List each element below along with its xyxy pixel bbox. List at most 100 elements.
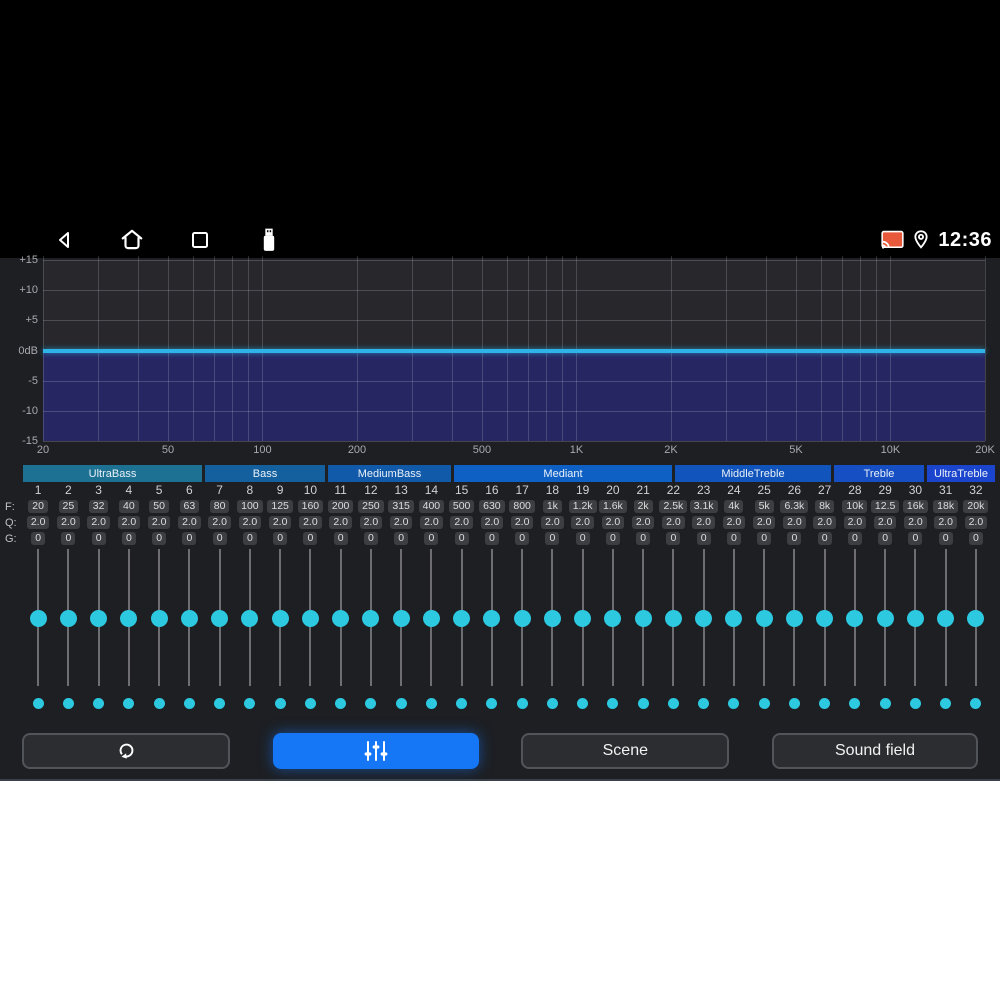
q-factor-value-chip[interactable]: 2.0 (450, 516, 473, 529)
frequency-value-chip[interactable]: 1.2k (568, 500, 597, 513)
gain-value-chip[interactable]: 0 (31, 532, 46, 545)
frequency-value-chip[interactable]: 25 (58, 500, 79, 513)
channel-indicator-dot[interactable] (577, 698, 589, 709)
q-factor-value-chip[interactable]: 2.0 (178, 516, 201, 529)
channel-indicator-dot[interactable] (909, 698, 921, 709)
gain-slider-thumb[interactable] (301, 610, 319, 627)
gain-slider-thumb[interactable] (725, 610, 743, 627)
q-factor-value-chip[interactable]: 2.0 (662, 516, 685, 529)
gain-slider-track[interactable] (483, 549, 501, 686)
gain-value-chip[interactable]: 0 (454, 532, 469, 545)
q-factor-value-chip[interactable]: 2.0 (813, 516, 836, 529)
gain-slider-thumb[interactable] (816, 610, 834, 627)
q-factor-value-chip[interactable]: 2.0 (389, 516, 413, 529)
channel-indicator-dot[interactable] (456, 698, 468, 709)
q-factor-value-chip[interactable]: 2.0 (420, 516, 443, 529)
gain-slider-track[interactable] (543, 549, 561, 686)
channel-indicator-dot[interactable] (607, 698, 619, 709)
gain-value-chip[interactable]: 0 (363, 532, 378, 545)
gain-slider-track[interactable] (120, 549, 138, 686)
gain-value-chip[interactable]: 0 (968, 532, 983, 545)
gain-slider-thumb[interactable] (392, 610, 410, 627)
gain-slider-track[interactable] (90, 549, 108, 686)
q-factor-value-chip[interactable]: 2.0 (631, 516, 655, 529)
channel-indicator-dot[interactable] (365, 698, 377, 709)
frequency-value-chip[interactable]: 630 (479, 500, 505, 513)
gain-slider-track[interactable] (422, 549, 440, 686)
q-factor-value-chip[interactable]: 2.0 (57, 516, 80, 529)
channel-indicator-dot[interactable] (546, 698, 558, 709)
gain-value-chip[interactable]: 0 (424, 532, 439, 545)
gain-slider-track[interactable] (876, 549, 894, 686)
gain-slider-thumb[interactable] (846, 610, 864, 627)
frequency-value-chip[interactable]: 2k (633, 500, 653, 513)
frequency-value-chip[interactable]: 4k (724, 500, 744, 513)
gain-slider-thumb[interactable] (755, 610, 773, 627)
channel-indicator-dot[interactable] (758, 698, 770, 709)
frequency-value-chip[interactable]: 100 (237, 500, 263, 513)
channel-indicator-dot[interactable] (244, 698, 256, 709)
gain-slider-track[interactable] (846, 549, 864, 686)
gain-slider-thumb[interactable] (120, 610, 138, 627)
gain-slider-track[interactable] (513, 549, 531, 686)
gain-slider-track[interactable] (150, 549, 168, 686)
channel-indicator-dot[interactable] (214, 698, 226, 709)
frequency-value-chip[interactable]: 315 (388, 500, 414, 513)
gain-value-chip[interactable]: 0 (636, 532, 651, 545)
gain-slider-track[interactable] (634, 549, 652, 686)
channel-indicator-dot[interactable] (698, 698, 710, 709)
recents-button[interactable] (187, 227, 213, 253)
gain-slider-track[interactable] (29, 549, 47, 686)
q-factor-value-chip[interactable]: 2.0 (843, 516, 867, 529)
gain-value-chip[interactable]: 0 (273, 532, 288, 545)
gain-slider-thumb[interactable] (634, 610, 652, 627)
q-factor-value-chip[interactable]: 2.0 (510, 516, 534, 529)
gain-slider-track[interactable] (664, 549, 682, 686)
gain-value-chip[interactable]: 0 (666, 532, 681, 545)
gain-value-chip[interactable]: 0 (847, 532, 862, 545)
gain-slider-track[interactable] (937, 549, 955, 686)
channel-indicator-dot[interactable] (970, 698, 982, 709)
frequency-value-chip[interactable]: 400 (418, 500, 445, 513)
q-factor-value-chip[interactable]: 2.0 (299, 516, 322, 529)
frequency-value-chip[interactable]: 16k (902, 500, 928, 513)
frequency-value-chip[interactable]: 800 (509, 500, 535, 513)
gain-slider-track[interactable] (271, 549, 289, 686)
gain-value-chip[interactable]: 0 (242, 532, 257, 545)
gain-value-chip[interactable]: 0 (878, 532, 893, 545)
gain-value-chip[interactable]: 0 (817, 532, 832, 545)
frequency-value-chip[interactable]: 1.6k (598, 500, 627, 513)
gain-slider-track[interactable] (967, 549, 985, 686)
gain-value-chip[interactable]: 0 (908, 532, 923, 545)
channel-indicator-dot[interactable] (304, 698, 316, 709)
frequency-value-chip[interactable]: 10k (842, 500, 868, 513)
gain-value-chip[interactable]: 0 (605, 532, 620, 545)
frequency-value-chip[interactable]: 5k (754, 500, 774, 513)
frequency-value-chip[interactable]: 12.5 (870, 500, 900, 513)
gain-slider-track[interactable] (906, 549, 924, 686)
channel-indicator-dot[interactable] (123, 698, 135, 709)
q-factor-value-chip[interactable]: 2.0 (601, 516, 625, 529)
frequency-value-chip[interactable]: 40 (119, 500, 139, 513)
gain-slider-track[interactable] (241, 549, 259, 686)
equalizer-button[interactable] (272, 733, 479, 769)
gain-slider-thumb[interactable] (332, 610, 350, 627)
channel-indicator-dot[interactable] (940, 698, 952, 709)
gain-slider-thumb[interactable] (543, 610, 561, 627)
gain-slider-thumb[interactable] (90, 610, 108, 627)
gain-slider-track[interactable] (785, 549, 803, 686)
q-factor-value-chip[interactable]: 2.0 (722, 516, 746, 529)
usb-button[interactable] (256, 227, 282, 253)
gain-value-chip[interactable]: 0 (575, 532, 590, 545)
gain-slider-track[interactable] (453, 549, 471, 686)
channel-indicator-dot[interactable] (788, 698, 800, 709)
q-factor-value-chip[interactable]: 2.0 (26, 516, 50, 529)
gain-slider-track[interactable] (574, 549, 592, 686)
gain-value-chip[interactable]: 0 (91, 532, 106, 545)
q-factor-value-chip[interactable]: 2.0 (692, 516, 715, 529)
q-factor-value-chip[interactable]: 2.0 (571, 516, 594, 529)
back-button[interactable] (52, 227, 78, 253)
q-factor-value-chip[interactable]: 2.0 (964, 516, 988, 529)
frequency-value-chip[interactable]: 32 (88, 500, 109, 513)
channel-indicator-dot[interactable] (516, 698, 528, 709)
